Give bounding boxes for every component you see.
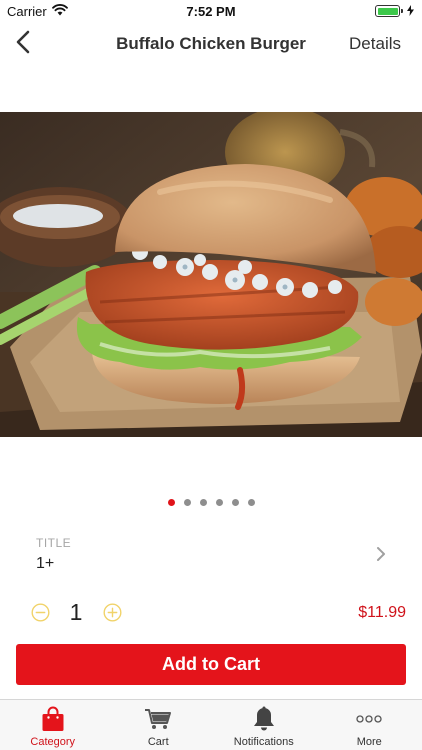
burger-photo [0, 112, 422, 437]
option-selector[interactable]: TITLE 1+ [0, 530, 422, 580]
pager-dot[interactable] [199, 499, 207, 506]
shopping-bag-icon [41, 705, 65, 733]
status-left: Carrier [7, 4, 68, 19]
image-pager[interactable] [0, 499, 422, 506]
tab-label: Cart [147, 736, 169, 748]
chevron-left-icon [16, 30, 30, 59]
details-button[interactable]: Details [349, 34, 401, 54]
option-value: 1+ [36, 555, 55, 572]
add-to-cart-button[interactable]: Add to Cart [16, 644, 406, 685]
tab-label: More [356, 736, 382, 748]
pager-dot[interactable] [215, 499, 223, 506]
minus-circle-icon [31, 603, 50, 626]
tab-more[interactable]: More [317, 700, 422, 750]
product-image[interactable] [0, 112, 422, 437]
price-label: $11.99 [358, 604, 406, 621]
tab-label: Category [30, 736, 76, 748]
option-caption: TITLE [36, 536, 72, 550]
plus-circle-icon [103, 603, 122, 626]
cart-icon [144, 705, 172, 733]
tab-cart[interactable]: Cart [106, 700, 212, 750]
tab-bar: Category Cart Notifications More [0, 699, 422, 750]
tab-notifications[interactable]: Notifications [211, 700, 317, 750]
tab-category[interactable]: Category [0, 700, 106, 750]
pager-dot[interactable] [231, 499, 239, 506]
wifi-icon [51, 3, 68, 19]
chevron-right-icon [376, 546, 386, 567]
back-button[interactable] [8, 28, 38, 60]
tab-label: Notifications [233, 736, 294, 748]
pager-dot[interactable] [183, 499, 191, 506]
quantity-row: 1 $11.99 [0, 595, 422, 631]
charging-icon [407, 4, 414, 19]
battery-level [377, 7, 398, 15]
status-right [375, 4, 414, 19]
bell-icon [253, 705, 275, 733]
pager-dot[interactable] [247, 499, 255, 506]
more-dots-icon [356, 705, 382, 733]
status-bar: Carrier 7:52 PM [0, 0, 422, 22]
pager-dot[interactable] [167, 499, 175, 506]
quantity-increment-button[interactable] [103, 603, 122, 622]
quantity-decrement-button[interactable] [31, 603, 50, 622]
carrier-label: Carrier [7, 3, 47, 19]
quantity-value: 1 [69, 599, 83, 625]
battery-icon [375, 5, 403, 17]
navigation-bar: Buffalo Chicken Burger Details [0, 22, 422, 66]
